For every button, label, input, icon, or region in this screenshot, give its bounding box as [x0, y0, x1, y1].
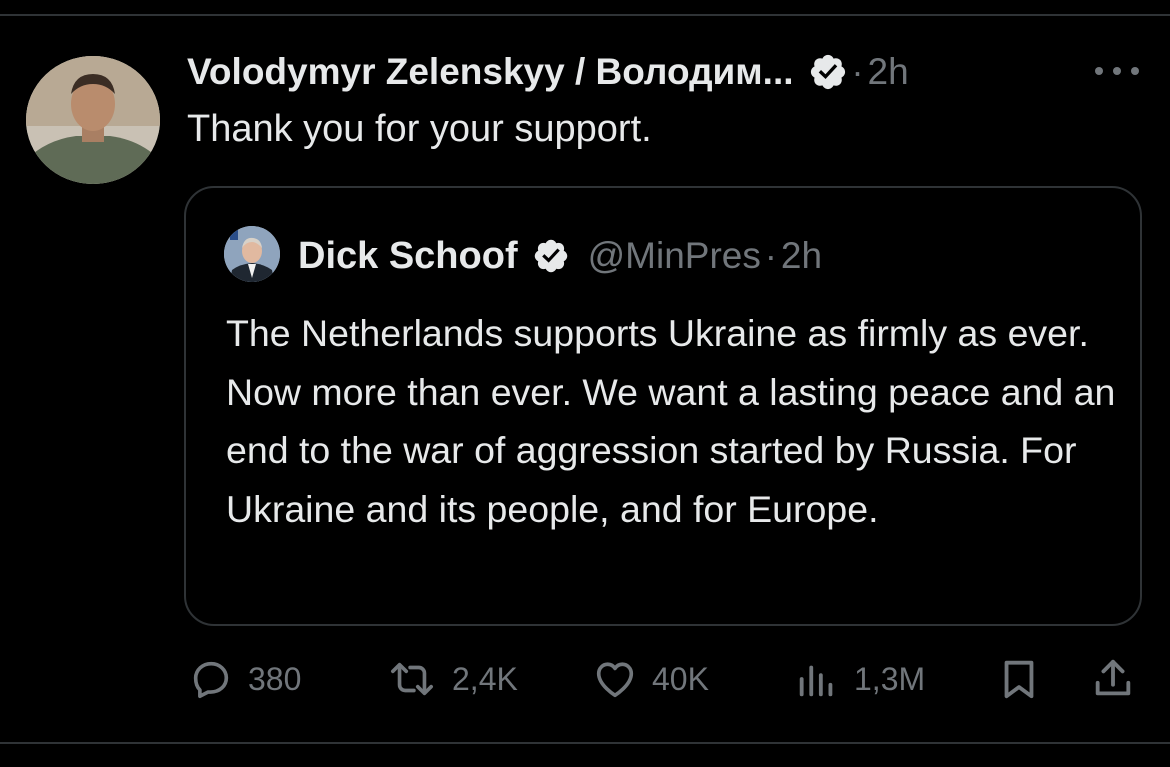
quoted-tweet[interactable]: Dick Schoof @MinPres · 2h The Netherland…: [184, 186, 1142, 626]
views-button[interactable]: 1,3M: [794, 656, 925, 702]
like-count: 40K: [652, 660, 709, 697]
verified-badge-icon: [808, 52, 848, 92]
like-button[interactable]: 40K: [592, 656, 709, 702]
quoted-separator: ·: [764, 235, 777, 276]
reply-button[interactable]: 380: [188, 656, 301, 702]
quoted-tweet-text: The Netherlands supports Ukraine as firm…: [226, 312, 1116, 530]
views-icon: [794, 656, 840, 702]
share-icon: [1090, 656, 1136, 702]
repost-icon: [386, 656, 438, 702]
action-bar: 380 2,4K 40K 1,3M: [0, 656, 1170, 702]
quoted-header: Dick Schoof @MinPres · 2h: [298, 232, 822, 280]
top-divider: [0, 14, 1170, 16]
views-count: 1,3M: [854, 660, 926, 697]
author-avatar[interactable]: [26, 56, 160, 184]
like-icon: [592, 656, 638, 702]
tweet-time[interactable]: 2h: [868, 51, 909, 93]
reply-icon: [188, 656, 234, 702]
bookmark-icon: [996, 656, 1042, 702]
repost-button[interactable]: 2,4K: [386, 656, 518, 702]
quoted-author-avatar[interactable]: [224, 226, 280, 282]
repost-count: 2,4K: [452, 660, 518, 697]
more-options-icon[interactable]: [1095, 56, 1139, 86]
tweet-header: Volodymyr Zelenskyy / Володим... · 2h: [187, 48, 909, 96]
quoted-time[interactable]: 2h: [781, 235, 822, 277]
bookmark-button[interactable]: [996, 656, 1042, 702]
header-separator: ·: [851, 51, 864, 92]
quoted-verified-badge-icon: [532, 237, 570, 275]
quoted-author-name[interactable]: Dick Schoof: [298, 235, 518, 278]
tweet-text: Thank you for your support.: [187, 108, 652, 150]
author-name[interactable]: Volodymyr Zelenskyy / Володим...: [187, 51, 794, 93]
quoted-author-handle[interactable]: @MinPres: [588, 235, 761, 277]
reply-count: 380: [248, 660, 302, 697]
share-button[interactable]: [1090, 656, 1136, 702]
bottom-divider: [0, 742, 1170, 744]
